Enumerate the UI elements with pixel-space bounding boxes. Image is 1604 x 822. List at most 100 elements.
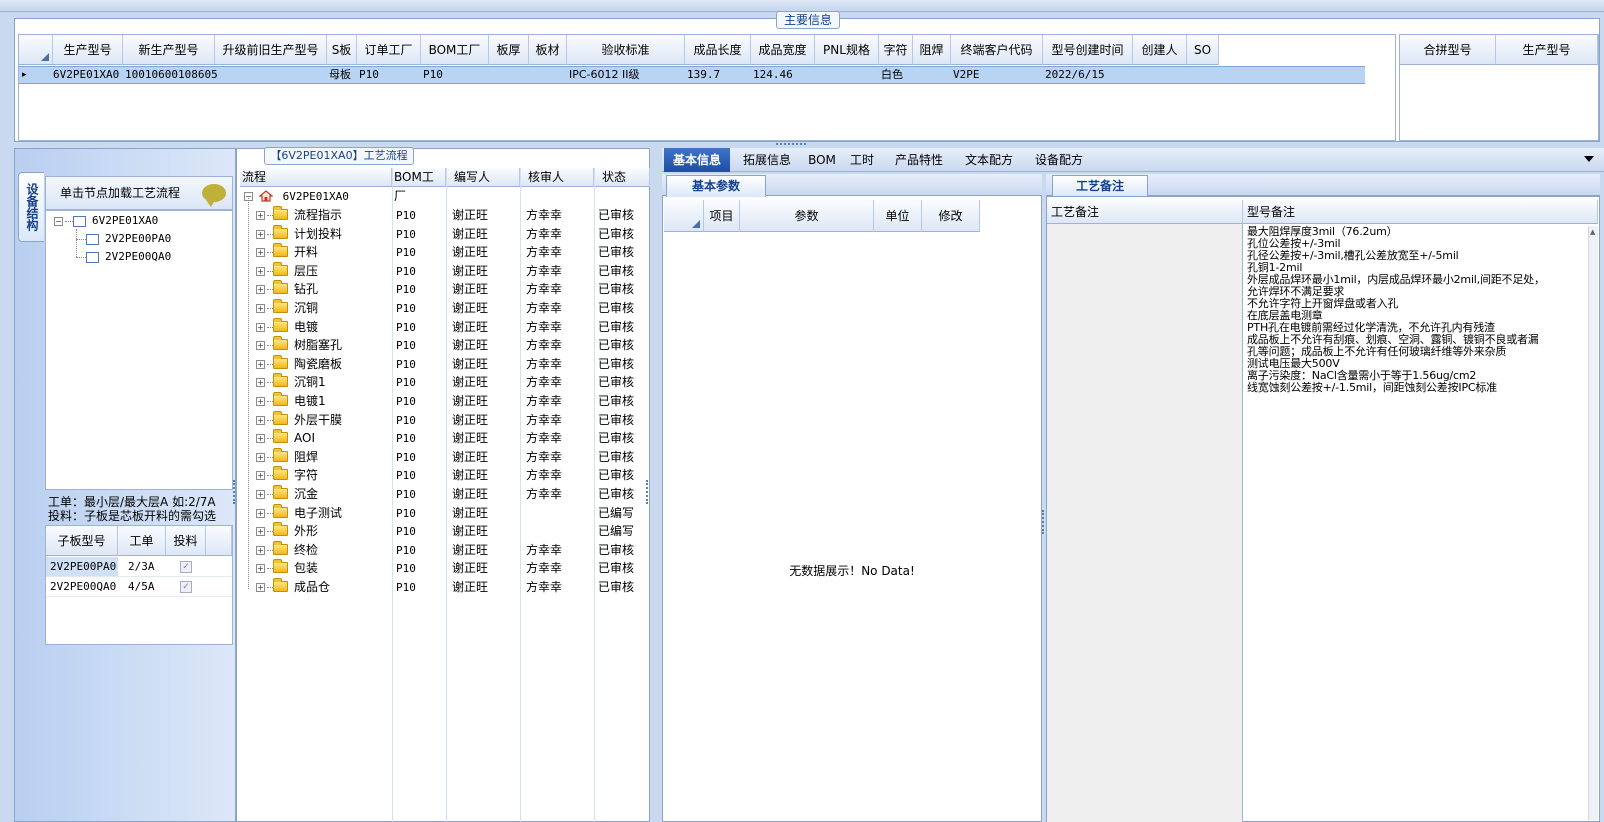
table-row[interactable]: 2V2PE00PA0 2/3A ✓: [46, 557, 232, 577]
column-header-customer-code[interactable]: 终端客户代码: [951, 35, 1043, 65]
expand-icon[interactable]: +: [256, 248, 265, 258]
column-header[interactable]: 型号备注: [1243, 200, 1598, 224]
expand-icon[interactable]: +: [256, 266, 265, 276]
tab-basic-info[interactable]: 基本信息: [664, 148, 730, 172]
process-step-row[interactable]: + 外形 P10 谢正旺 已编写: [240, 522, 654, 541]
process-step-row[interactable]: + 包装 P10 谢正旺 方幸幸 已审核: [240, 559, 654, 578]
tab-bom[interactable]: BOM: [804, 148, 840, 172]
column-header[interactable]: 工单: [118, 526, 166, 556]
column-header[interactable]: 工艺备注: [1047, 200, 1243, 224]
chat-bubble-icon[interactable]: [202, 184, 226, 207]
process-step-row[interactable]: + 沉铜1 P10 谢正旺 方幸幸 已审核: [240, 373, 654, 392]
process-step-row[interactable]: + 开料 P10 谢正旺 方幸幸 已审核: [240, 243, 654, 262]
column-header-s-board[interactable]: S板: [327, 35, 357, 65]
process-step-row[interactable]: + 沉铜 P10 谢正旺 方幸幸 已审核: [240, 299, 654, 318]
column-header-create-time[interactable]: 型号创建时间: [1043, 35, 1133, 65]
expand-icon[interactable]: +: [256, 415, 265, 425]
column-header-pnl-spec[interactable]: PNL规格: [815, 35, 879, 65]
process-step-row[interactable]: + 沉金 P10 谢正旺 方幸幸 已审核: [240, 485, 654, 504]
expand-icon[interactable]: +: [256, 490, 265, 499]
expand-icon[interactable]: +: [256, 471, 265, 481]
checkbox-icon[interactable]: [86, 251, 99, 263]
expand-icon[interactable]: +: [256, 304, 265, 313]
column-header-creator[interactable]: 创建人: [1133, 35, 1187, 65]
tree-node-child[interactable]: 2V2PE00PA0: [76, 231, 171, 247]
tree-node-root[interactable]: − 6V2PE01XA0: [240, 187, 654, 206]
process-step-row[interactable]: + 计划投料 P10 谢正旺 方幸幸 已审核: [240, 224, 654, 244]
column-header-prod-model[interactable]: 生产型号: [53, 35, 123, 65]
tree-node-child[interactable]: 2V2PE00QA0: [76, 249, 171, 265]
vertical-tab-equipment-structure[interactable]: 设备结构: [18, 172, 44, 242]
vertical-scrollbar[interactable]: ▲: [1588, 226, 1598, 820]
column-header[interactable]: 生产型号: [1496, 35, 1598, 65]
column-header-order-factory[interactable]: 订单工厂: [357, 35, 421, 65]
process-step-row[interactable]: + 外层干膜 P10 谢正旺 方幸幸 已审核: [240, 410, 654, 430]
checkbox-icon[interactable]: [86, 233, 99, 245]
row-selector-header[interactable]: [19, 35, 53, 65]
column-header[interactable]: 投料: [166, 526, 206, 556]
feed-checkbox[interactable]: ✓: [180, 581, 192, 593]
process-step-row[interactable]: + 终检 P10 谢正旺 方幸幸 已审核: [240, 540, 654, 560]
expand-icon[interactable]: +: [256, 545, 265, 555]
column-header-thickness[interactable]: 板厚: [489, 35, 529, 65]
checkbox-icon[interactable]: [73, 215, 86, 227]
column-header[interactable]: 编写人: [446, 168, 520, 187]
column-header-length[interactable]: 成品长度: [685, 35, 751, 65]
column-header-legend[interactable]: 字符: [879, 35, 913, 65]
column-header-bom-factory[interactable]: BOM工厂: [421, 35, 489, 65]
process-step-row[interactable]: + 阻焊 P10 谢正旺 方幸幸 已审核: [240, 447, 654, 467]
process-step-row[interactable]: + 流程指示 P10 谢正旺 方幸幸 已审核: [240, 206, 654, 225]
expand-icon[interactable]: +: [256, 285, 265, 295]
column-header[interactable]: 参数: [740, 200, 874, 232]
subtab-basic-params[interactable]: 基本参数: [666, 175, 766, 197]
tab-equipment-recipe[interactable]: 设备配方: [1024, 148, 1094, 172]
column-header[interactable]: 项目: [704, 200, 740, 232]
row-selector-header[interactable]: [664, 200, 704, 232]
tab-text-recipe[interactable]: 文本配方: [954, 148, 1024, 172]
process-step-row[interactable]: + 树脂塞孔 P10 谢正旺 方幸幸 已审核: [240, 336, 654, 355]
column-header-old-prod-model[interactable]: 升级前旧生产型号: [215, 35, 327, 65]
column-header[interactable]: 单位: [874, 200, 922, 232]
expand-icon[interactable]: +: [256, 434, 265, 444]
process-step-row[interactable]: + AOI P10 谢正旺 方幸幸 已审核: [240, 429, 654, 448]
tree-node-root[interactable]: −6V2PE01XA0: [54, 213, 158, 229]
expand-icon[interactable]: +: [256, 359, 265, 369]
expand-icon[interactable]: +: [256, 583, 265, 592]
subtab-craft-remarks[interactable]: 工艺备注: [1052, 175, 1148, 197]
expand-icon[interactable]: +: [256, 322, 265, 332]
vertical-splitter[interactable]: [646, 480, 650, 504]
tab-work-hours[interactable]: 工时: [840, 148, 884, 172]
column-header[interactable]: 修改: [922, 200, 980, 232]
expand-icon[interactable]: +: [256, 341, 265, 351]
expand-icon[interactable]: +: [256, 527, 265, 537]
table-row[interactable]: 2V2PE00QA0 4/5A ✓: [46, 577, 232, 597]
feed-checkbox[interactable]: ✓: [180, 561, 192, 573]
process-step-row[interactable]: + 字符 P10 谢正旺 方幸幸 已审核: [240, 466, 654, 485]
expand-icon[interactable]: +: [256, 508, 265, 518]
column-header[interactable]: 核审人: [520, 168, 594, 187]
process-step-row[interactable]: + 钻孔 P10 谢正旺 方幸幸 已审核: [240, 280, 654, 299]
expand-icon[interactable]: +: [256, 229, 265, 239]
table-row[interactable]: ▸ 6V2PE01XA0 10010600108605 母板 P10 P10 IPC-60…: [19, 66, 1365, 84]
process-step-row[interactable]: + 成品仓 P10 谢正旺 方幸幸 已审核: [240, 578, 654, 597]
expand-icon[interactable]: +: [256, 211, 265, 220]
expand-icon[interactable]: +: [256, 452, 265, 462]
process-step-row[interactable]: + 层压 P10 谢正旺 方幸幸 已审核: [240, 261, 654, 281]
column-header[interactable]: 状态: [594, 168, 650, 187]
process-step-row[interactable]: + 陶瓷磨板 P10 谢正旺 方幸幸 已审核: [240, 354, 654, 374]
column-header-material[interactable]: 板材: [529, 35, 567, 65]
column-header-width[interactable]: 成品宽度: [751, 35, 815, 65]
collapse-icon[interactable]: −: [54, 216, 63, 226]
column-header-acceptance-standard[interactable]: 验收标准: [567, 35, 685, 65]
expand-icon[interactable]: +: [256, 564, 265, 574]
column-header[interactable]: BOM工厂: [392, 168, 446, 203]
column-header-solder-mask[interactable]: 阻焊: [913, 35, 951, 65]
process-step-row[interactable]: + 电镀 P10 谢正旺 方幸幸 已审核: [240, 317, 654, 337]
tab-product-features[interactable]: 产品特性: [884, 148, 954, 172]
tab-dropdown-icon[interactable]: [1584, 156, 1594, 162]
tab-extended-info[interactable]: 拓展信息: [730, 148, 804, 172]
expand-icon[interactable]: +: [256, 397, 265, 406]
column-header-new-prod-model[interactable]: 新生产型号: [123, 35, 215, 65]
column-header[interactable]: [206, 526, 232, 556]
column-header[interactable]: 合拼型号: [1400, 35, 1496, 65]
